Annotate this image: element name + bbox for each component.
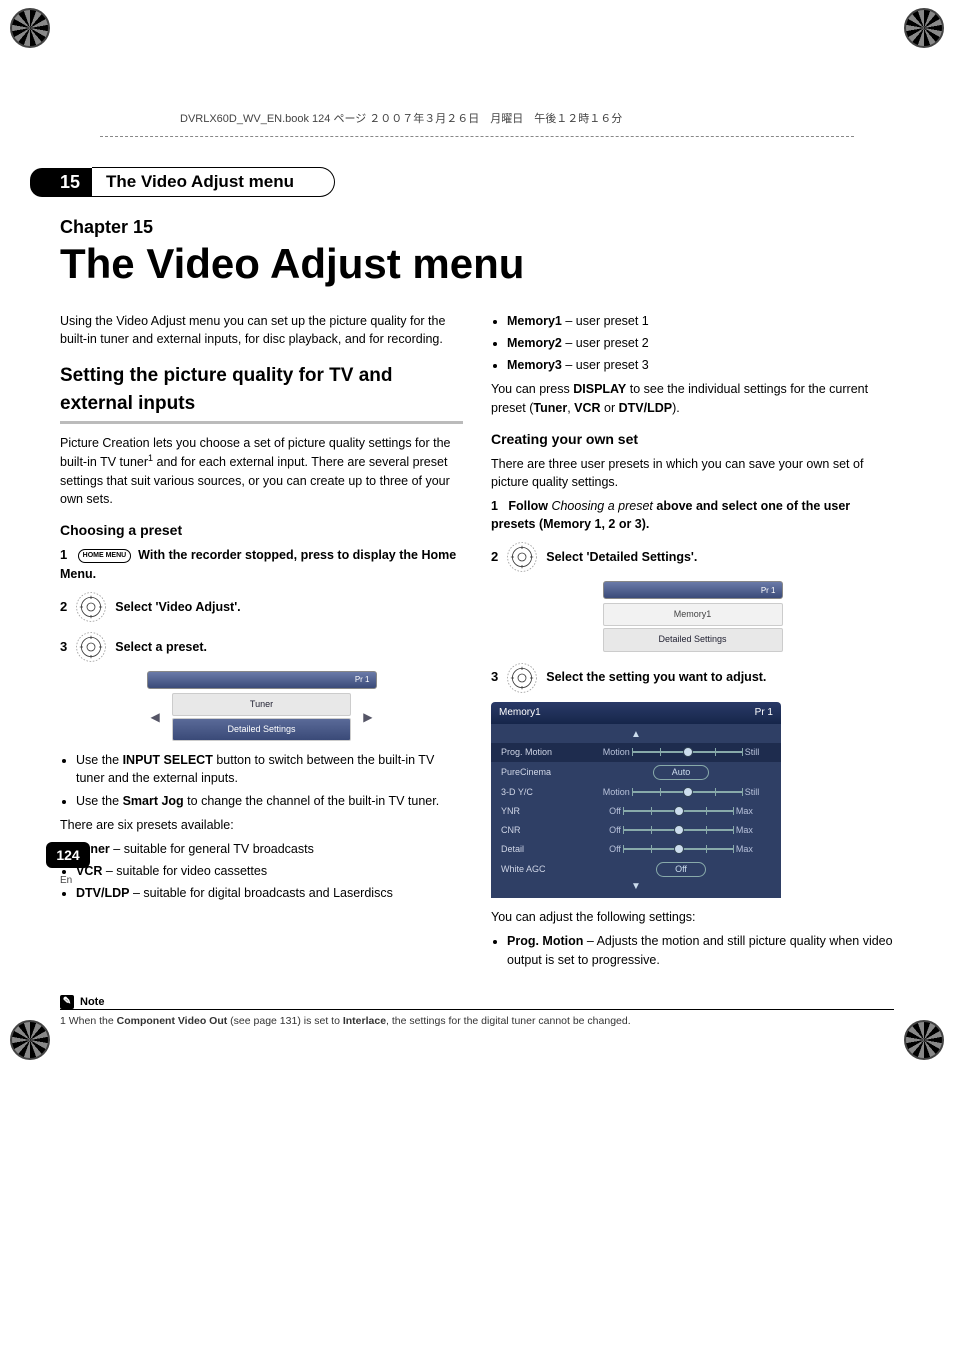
panel-row-ynr: YNROff Max (491, 802, 781, 821)
creating-own-set-paragraph: There are three user presets in which yo… (491, 455, 894, 491)
step-3-text: Select a preset. (115, 638, 463, 656)
create-step-1: 1 Follow Choosing a preset above and sel… (491, 497, 894, 533)
intro-paragraph: Using the Video Adjust menu you can set … (60, 312, 463, 348)
panel-row-cnr: CNROff Max (491, 821, 781, 840)
left-column: Using the Video Adjust menu you can set … (60, 306, 463, 975)
note-header: ✎ Note (60, 995, 894, 1010)
step-2-text: Select 'Video Adjust'. (115, 598, 463, 616)
home-menu-button-icon: HOME MENU (78, 549, 132, 563)
panel-row-label: Detail (501, 843, 591, 856)
display-hint: You can press DISPLAY to see the individ… (491, 380, 894, 416)
panel-row-white-agc: White AGCOff (491, 859, 781, 880)
ui-header-bar: Pr 1 (147, 671, 377, 689)
panel-row-label: White AGC (501, 863, 591, 876)
adjust-intro: You can adjust the following settings: (491, 908, 894, 926)
heading-setting-picture-quality: Setting the picture quality for TV and e… (60, 362, 463, 424)
panel-title: Memory1 (499, 706, 541, 721)
panel-row-prog-motion: Prog. MotionMotion Still (491, 743, 781, 762)
create-step-3-text: Select the setting you want to adjust. (546, 668, 894, 686)
panel-row-value: Off Max (591, 824, 771, 837)
preset-memory2: Memory2 – user preset 2 (507, 334, 894, 352)
ui-item-tuner: Tuner (172, 693, 352, 716)
detailed-settings-ui-preview: Pr 1 Memory1 Detailed Settings (603, 581, 783, 651)
ui-item-detailed-settings: Detailed Settings (172, 718, 352, 741)
nav-pad-icon (75, 591, 107, 623)
note-icon: ✎ (60, 995, 74, 1009)
input-select-hints: Use the INPUT SELECT button to switch be… (60, 751, 463, 809)
picture-creation-paragraph: Picture Creation lets you choose a set o… (60, 434, 463, 508)
six-presets-text: There are six presets available: (60, 816, 463, 834)
panel-row-value: Motion Still (591, 746, 771, 759)
panel-row-purecinema: PureCinemaAuto (491, 762, 781, 783)
panel-row-value: Off (591, 862, 771, 877)
ui-header-bar-2: Pr 1 (603, 581, 783, 599)
preset-tuner: Tuner – suitable for general TV broadcas… (76, 840, 463, 858)
panel-up-arrow-icon: ▲ (491, 728, 781, 743)
preset-ui-preview: Pr 1 ◀ Tuner Detailed Settings ▶ (147, 671, 377, 741)
hint-input-select: Use the INPUT SELECT button to switch be… (76, 751, 463, 787)
preset-list-left: Tuner – suitable for general TV broadcas… (60, 840, 463, 902)
settings-panel: Memory1 Pr 1 ▲ Prog. MotionMotion StillP… (491, 702, 781, 899)
create-step-2-text: Select 'Detailed Settings'. (546, 548, 894, 566)
ui-item-detailed-settings-2: Detailed Settings (603, 628, 783, 651)
panel-row-value: Off Max (591, 805, 771, 818)
right-arrow-icon: ▶ (359, 709, 376, 726)
panel-row-detail: DetailOff Max (491, 840, 781, 859)
heading-choosing-preset: Choosing a preset (60, 520, 463, 540)
page-number-badge: 124 (46, 842, 90, 868)
step-3: 3 Select a preset. (60, 631, 463, 663)
heading-creating-own-set: Creating your own set (491, 429, 894, 449)
page-title: The Video Adjust menu (60, 240, 894, 288)
panel-row-3-d-y-c: 3-D Y/CMotion Still (491, 783, 781, 802)
section-header: 15 The Video Adjust menu (60, 167, 894, 197)
note-label: Note (80, 996, 104, 1008)
doc-header-line: DVRLX60D_WV_EN.book 124 ページ ２００７年３月２６日 月… (180, 110, 894, 126)
panel-row-label: CNR (501, 824, 591, 837)
adjust-list: Prog. Motion – Adjusts the motion and st… (491, 932, 894, 968)
right-column: Memory1 – user preset 1 Memory2 – user p… (491, 306, 894, 975)
create-step-3: 3 Select the setting you want to adjust. (491, 662, 894, 694)
preset-list-right: Memory1 – user preset 1 Memory2 – user p… (491, 312, 894, 374)
panel-row-label: YNR (501, 805, 591, 818)
section-number-badge: 15 (30, 168, 92, 197)
panel-row-label: 3-D Y/C (501, 786, 591, 799)
create-step-2: 2 Select 'Detailed Settings'. (491, 541, 894, 573)
nav-pad-icon (75, 631, 107, 663)
adjust-prog-motion: Prog. Motion – Adjusts the motion and st… (507, 932, 894, 968)
preset-dtv-ldp: DTV/LDP – suitable for digital broadcast… (76, 884, 463, 902)
panel-row-value: Off Max (591, 843, 771, 856)
ui-item-memory1: Memory1 (603, 603, 783, 626)
panel-row-value: Auto (591, 765, 771, 780)
panel-down-arrow-icon: ▼ (491, 880, 781, 895)
nav-pad-icon (506, 541, 538, 573)
header-divider (100, 136, 854, 137)
step-1: 1 HOME MENU With the recorder stopped, p… (60, 546, 463, 583)
preset-memory3: Memory3 – user preset 3 (507, 356, 894, 374)
panel-row-value: Motion Still (591, 786, 771, 799)
section-title: The Video Adjust menu (92, 167, 335, 197)
chapter-label: Chapter 15 (60, 217, 894, 238)
footnote-1: 1 When the Component Video Out (see page… (60, 1014, 894, 1029)
panel-row-label: Prog. Motion (501, 746, 591, 759)
left-arrow-icon: ◀ (147, 709, 164, 726)
nav-pad-icon (506, 662, 538, 694)
panel-row-label: PureCinema (501, 766, 591, 779)
hint-smart-jog: Use the Smart Jog to change the channel … (76, 792, 463, 810)
step-2: 2 Select 'Video Adjust'. (60, 591, 463, 623)
panel-badge: Pr 1 (755, 706, 773, 721)
preset-memory1: Memory1 – user preset 1 (507, 312, 894, 330)
preset-vcr: VCR – suitable for video cassettes (76, 862, 463, 880)
page-language-label: En (60, 875, 72, 886)
